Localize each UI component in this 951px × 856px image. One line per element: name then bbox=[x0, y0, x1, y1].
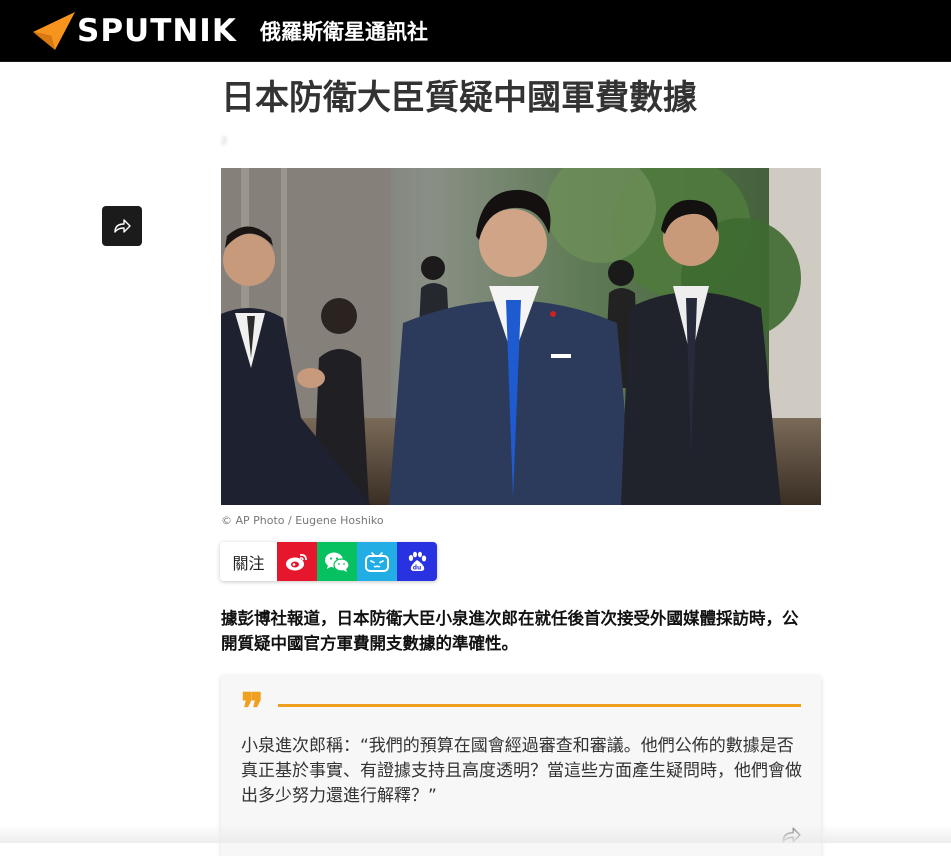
photo-credit: © AP Photo / Eugene Hoshiko bbox=[221, 514, 384, 527]
weibo-icon bbox=[286, 553, 307, 570]
article-title: 日本防衛大臣質疑中國軍費數據 bbox=[221, 78, 697, 118]
brand-logo-text[interactable]: SPUTNIK bbox=[77, 11, 237, 51]
weibo-button[interactable] bbox=[277, 542, 317, 581]
sputnik-arrow-logo[interactable] bbox=[31, 10, 77, 52]
article-lead: 據彭博社報道，日本防衛大臣小泉進次郎在就任後首次接受外國媒體採訪時，公開質疑中國… bbox=[221, 609, 799, 653]
wechat-button[interactable] bbox=[317, 542, 357, 581]
quote-text: 小泉進次郎稱：“我們的預算在國會經過審查和審議。他們公佈的數據是否真正基於事實、… bbox=[241, 736, 802, 806]
bilibili-icon bbox=[365, 551, 389, 572]
bilibili-button[interactable] bbox=[357, 542, 397, 581]
brand-subtitle[interactable]: 俄羅斯衛星通訊社 bbox=[260, 17, 428, 47]
scroll-fade bbox=[0, 825, 951, 843]
article-dateline: 2 bbox=[221, 136, 228, 147]
svg-text:du: du bbox=[413, 564, 422, 571]
quote-divider bbox=[278, 704, 801, 707]
wechat-icon bbox=[325, 552, 350, 572]
baidu-button[interactable]: du bbox=[397, 542, 437, 581]
site-header: SPUTNIK 俄羅斯衛星通訊社 bbox=[0, 0, 951, 62]
share-arrow-icon bbox=[114, 219, 131, 233]
follow-bar: 關注 du bbox=[220, 542, 437, 581]
baidu-icon: du bbox=[408, 551, 427, 571]
share-button[interactable] bbox=[102, 206, 142, 246]
quote-mark-icon: ❞ bbox=[241, 684, 264, 733]
article-photo bbox=[221, 168, 821, 505]
follow-label: 關注 bbox=[220, 542, 277, 581]
